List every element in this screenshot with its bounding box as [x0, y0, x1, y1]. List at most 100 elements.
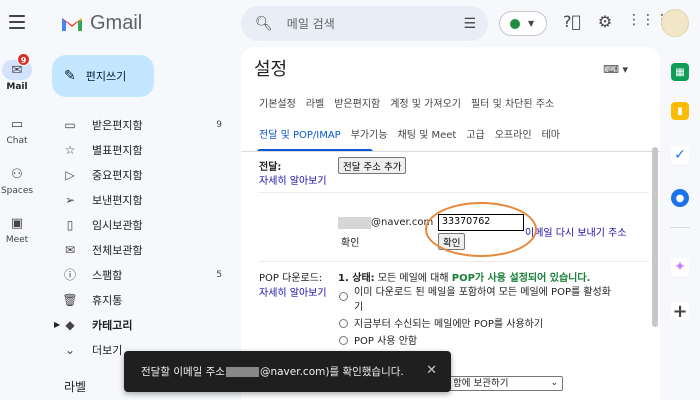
- search-input[interactable]: 메일 검색: [287, 15, 464, 32]
- tab-accounts[interactable]: 계정 및 가져오기: [390, 95, 461, 110]
- keyboard-icon[interactable]: ⌨ ▾: [603, 63, 628, 76]
- nav-item-trash[interactable]: 🗑 휴지통: [52, 287, 230, 312]
- radio-button[interactable]: [339, 336, 348, 345]
- settings-gear-icon[interactable]: ⚙: [594, 12, 616, 31]
- tab-advanced[interactable]: 고급: [466, 126, 484, 141]
- side-panel: ▦ ▮ ✓ ● ✦ +: [660, 47, 700, 400]
- label-icon: ◆: [65, 317, 75, 332]
- nav-label: 전체보관함: [92, 243, 143, 257]
- radio-button[interactable]: [339, 292, 348, 301]
- pop-option-disable[interactable]: POP 사용 안함: [339, 334, 639, 349]
- tab-chat-meet[interactable]: 채팅 및 Meet: [398, 126, 457, 141]
- chevron-down-icon: ⌄: [64, 342, 76, 357]
- tab-addons[interactable]: 부가기능: [351, 126, 388, 141]
- highlight-circle: [425, 202, 537, 257]
- nav-item-all-mail[interactable]: ✉ 전체보관함: [52, 237, 230, 262]
- sheets-icon[interactable]: ▦: [671, 63, 689, 81]
- addon-icon[interactable]: ✦: [671, 258, 689, 276]
- pop-option-label: 이미 다운로드 된 메일을 포함하여 모든 메일에 POP를 활성화 기: [354, 287, 611, 313]
- spam-icon: ⓘ: [63, 268, 76, 282]
- unread-badge: 9: [17, 53, 30, 66]
- scrollbar[interactable]: [652, 147, 658, 327]
- trash-icon: 🗑: [62, 292, 78, 307]
- meet-icon: ▣: [10, 215, 24, 231]
- apps-grid-icon[interactable]: ⋮⋮⋮: [627, 12, 669, 28]
- rail-label-chat: Chat: [6, 136, 28, 146]
- tab-inbox[interactable]: 받은편지함: [334, 95, 380, 110]
- mail-icon: ✉ 9: [2, 53, 32, 80]
- settings-panel: 설정 ⌨ ▾ 기본설정 라벨 받은편지함 계정 및 가져오기 필터 및 차단된 …: [241, 47, 660, 400]
- page-title: 설정: [254, 59, 288, 80]
- pop-option-label: POP 사용 안함: [354, 336, 418, 347]
- status-dot-icon: [510, 18, 520, 29]
- rail-label-spaces: Spaces: [0, 186, 34, 196]
- add-forwarding-address-button[interactable]: 전달 주소 추가: [338, 157, 407, 174]
- gmail-logo-text: Gmail: [90, 12, 143, 34]
- search-icon[interactable]: 🔍︎: [255, 16, 273, 32]
- pop-option-all-mail[interactable]: 이미 다운로드 된 메일을 포함하여 모든 메일에 POP를 활성화 기: [339, 285, 639, 315]
- tab-labels[interactable]: 라벨: [306, 95, 324, 110]
- contacts-icon[interactable]: ●: [671, 189, 689, 207]
- help-icon[interactable]: ?⃝: [561, 12, 583, 31]
- redacted-email: [225, 367, 259, 377]
- nav-item-spam[interactable]: ⓘ 스팸함 5: [52, 262, 230, 287]
- nav-item-sent[interactable]: ➢ 보낸편지함: [52, 187, 230, 212]
- add-addon-icon[interactable]: +: [671, 301, 689, 322]
- rail-item-spaces[interactable]: ⚇ Spaces: [0, 164, 34, 197]
- rail-label-meet: Meet: [5, 235, 29, 245]
- nav-label: 보낸편지함: [92, 193, 143, 207]
- pop-option-from-now[interactable]: 지금부터 수신되는 메일에만 POP를 사용하기: [339, 317, 639, 332]
- tab-offline[interactable]: 오프라인: [495, 126, 532, 141]
- all-mail-icon: ✉: [64, 242, 76, 257]
- rail-item-chat[interactable]: ▭ Chat: [0, 114, 34, 147]
- section-divider: [259, 261, 649, 262]
- gmail-logo-icon: [62, 17, 82, 31]
- search-bar[interactable]: 🔍︎ 메일 검색 ☰: [241, 6, 488, 41]
- redacted-email: [338, 217, 371, 229]
- toast-suffix: @naver.com)를 확인했습니다.: [259, 366, 404, 378]
- pop-learn-more-link[interactable]: 자세히 알아보기: [259, 284, 327, 299]
- tab-filters[interactable]: 필터 및 차단된 주소: [471, 95, 554, 110]
- pop-status-text: 1. 상태: 모든 메일에 대해 POP가 사용 설정되어 있습니다.: [338, 269, 590, 284]
- tab-themes[interactable]: 테마: [542, 126, 560, 141]
- tab-forwarding-pop-imap[interactable]: 전달 및 POP/IMAP: [259, 126, 341, 141]
- tab-general[interactable]: 기본설정: [259, 95, 296, 110]
- nav-label: 휴지통: [92, 293, 123, 307]
- tasks-icon[interactable]: ✓: [671, 146, 689, 164]
- chevron-down-icon: ⌄: [550, 378, 558, 388]
- compose-button[interactable]: ✎ 편지쓰기: [52, 55, 154, 97]
- side-divider: [670, 227, 690, 228]
- avatar[interactable]: [661, 9, 689, 37]
- status-indicator[interactable]: ▼: [499, 11, 547, 36]
- spaces-icon: ⚇: [11, 166, 23, 182]
- radio-button[interactable]: [339, 319, 348, 328]
- forwarding-learn-more-link[interactable]: 자세히 알아보기: [259, 172, 327, 187]
- nav-item-drafts[interactable]: ▯ 임시보관함: [52, 212, 230, 237]
- section-divider: [259, 192, 649, 193]
- search-options-icon[interactable]: ☰: [463, 16, 476, 32]
- nav-item-starred[interactable]: ☆ 별표편지함: [52, 137, 230, 162]
- nav-item-important[interactable]: ▷ 중요편지함: [52, 162, 230, 187]
- expand-caret-icon[interactable]: ▶: [54, 320, 60, 329]
- app-rail: ✉ 9 Mail ▭ Chat ⚇ Spaces ▣ Meet: [0, 0, 34, 400]
- rail-item-mail[interactable]: ✉ 9 Mail: [0, 53, 34, 92]
- nav-item-inbox[interactable]: ▭ 받은편지함 9: [52, 112, 230, 137]
- inbox-icon: ▭: [64, 117, 76, 132]
- main-menu-icon[interactable]: [9, 15, 25, 29]
- star-icon: ☆: [64, 142, 76, 157]
- gmail-logo[interactable]: Gmail: [60, 12, 142, 35]
- keep-icon[interactable]: ▮: [671, 102, 689, 120]
- rail-item-meet[interactable]: ▣ Meet: [0, 213, 34, 246]
- close-icon[interactable]: ✕: [426, 363, 437, 378]
- pop-option-label: 지금부터 수신되는 메일에만 POP를 사용하기: [354, 319, 544, 330]
- nav-label: 받은편지함: [92, 118, 143, 132]
- pop-download-label: POP 다운로드:: [259, 273, 323, 284]
- confirm-label: 확인: [341, 238, 360, 249]
- resend-email-link[interactable]: 이메일 다시 보내기 주소: [525, 224, 627, 239]
- nav-count-inbox: 9: [216, 119, 222, 130]
- labels-heading: 라벨: [64, 380, 87, 394]
- pop-action-select[interactable]: 함에 보관하기 ⌄: [436, 376, 563, 391]
- folder-nav: ▭ 받은편지함 9 ☆ 별표편지함 ▷ 중요편지함 ➢ 보낸편지함 ▯ 임시보관…: [52, 112, 230, 362]
- nav-item-categories[interactable]: ▶ ◆ 카테고리: [52, 312, 230, 337]
- nav-label: 임시보관함: [92, 218, 143, 232]
